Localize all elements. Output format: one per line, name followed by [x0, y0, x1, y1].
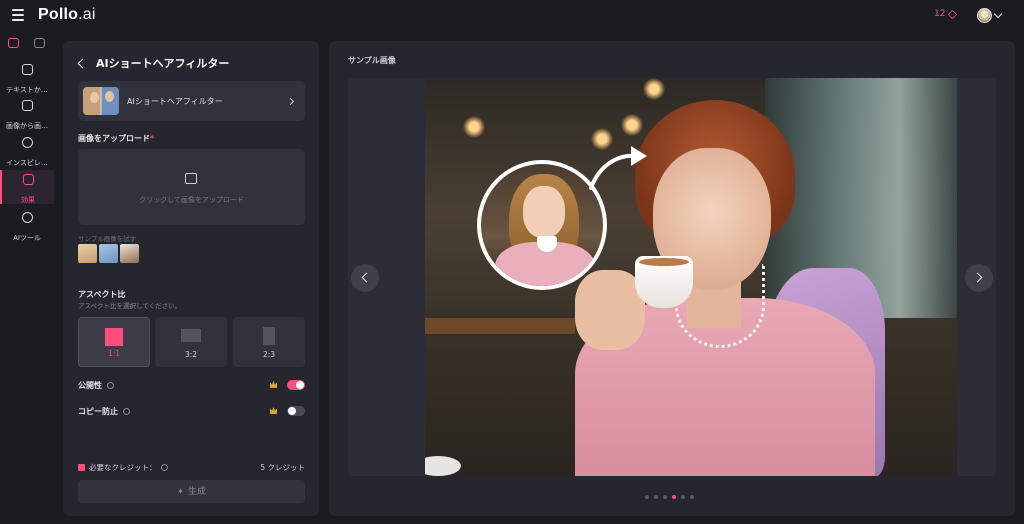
sidebar-item-ai-tools[interactable]: AIツール — [0, 208, 54, 242]
info-icon[interactable] — [123, 408, 130, 415]
sidebar-item-image-to-image[interactable]: 画像から画… — [0, 96, 54, 130]
required-credits: 必要なクレジット： 5 クレジット — [78, 462, 305, 474]
image-mode-icon[interactable] — [8, 38, 19, 48]
preview-title: サンプル画像 — [348, 56, 396, 65]
image-swap-icon — [21, 100, 33, 111]
sample-image-1[interactable] — [78, 244, 97, 263]
credits-counter[interactable]: 12 — [934, 9, 958, 19]
sidebar-item-label: 効果 — [21, 196, 35, 204]
aspect-subtitle: アスペクト比を選択してください。 — [78, 302, 182, 310]
sparkle-icon: ✦ — [177, 487, 184, 496]
ratio-label: 2:3 — [262, 350, 276, 359]
carousel-prev-button[interactable] — [351, 264, 379, 292]
upload-hint: クリックして画像をアップロード — [139, 196, 244, 204]
carousel-dot[interactable] — [672, 495, 676, 499]
filter-name: AIショートヘアフィルター — [127, 96, 223, 106]
carousel-next-button[interactable] — [965, 264, 993, 292]
ratio-landscape-icon — [181, 329, 201, 342]
sidebar-item-label: 画像から画… — [6, 122, 48, 130]
credits-required-value: 5 クレジット — [260, 463, 305, 472]
gem-icon — [948, 9, 958, 19]
sidebar-item-label: AIツール — [13, 234, 41, 242]
sample-label: サンプル画像を試す — [78, 235, 137, 243]
crown-icon — [270, 381, 277, 388]
panel-title: AIショートヘアフィルター — [96, 57, 230, 70]
video-mode-icon[interactable] — [34, 38, 45, 48]
mode-switch — [0, 32, 54, 56]
effects-icon — [22, 174, 34, 185]
panel-header: AIショートヘアフィルター — [77, 55, 230, 71]
filter-thumbnail — [83, 87, 119, 115]
menu-icon[interactable] — [12, 9, 24, 21]
aspect-label: アスペクト比 — [78, 290, 126, 299]
sample-preview: サンプル画像 — [329, 41, 1015, 516]
top-bar: Pollo.ai 12 — [0, 0, 1024, 32]
chevron-down-icon — [993, 9, 1003, 19]
carousel-dot[interactable] — [645, 495, 649, 499]
sidebar-item-label: テキストか… — [6, 86, 48, 94]
chevron-right-icon — [286, 97, 295, 105]
chevron-left-icon — [361, 272, 372, 283]
carousel-dot[interactable] — [681, 495, 685, 499]
carousel-dot[interactable] — [663, 495, 667, 499]
ratio-label: 3:2 — [184, 350, 198, 359]
chevron-right-icon — [972, 272, 983, 283]
ratio-portrait-icon — [263, 327, 275, 345]
credits-value: 12 — [934, 9, 946, 19]
info-icon[interactable] — [107, 382, 114, 389]
back-icon[interactable] — [77, 58, 88, 68]
carousel-dot[interactable] — [654, 495, 658, 499]
carousel-dot[interactable] — [690, 495, 694, 499]
ratio-option-2-3[interactable]: 2:3 — [233, 317, 305, 367]
public-setting: 公開性 — [78, 379, 305, 393]
credit-icon — [78, 464, 85, 471]
sidebar-item-effects[interactable]: 効果 — [0, 170, 54, 204]
crown-icon — [270, 407, 277, 414]
copy-protect-toggle[interactable] — [287, 406, 305, 416]
sidebar-item-inspiration[interactable]: インスピレ… — [0, 133, 54, 167]
text-image-icon — [21, 64, 33, 75]
filter-selector[interactable]: AIショートヘアフィルター — [78, 81, 305, 121]
required-mark: * — [150, 134, 155, 143]
sidebar-item-text-to-image[interactable]: テキストか… — [0, 60, 54, 94]
sample-images — [78, 244, 139, 263]
ratio-label: 1:1 — [107, 349, 121, 358]
info-icon[interactable] — [160, 464, 168, 471]
copy-protect-setting: コピー防止 — [78, 405, 305, 419]
sidebar-item-label: インスピレ… — [6, 159, 48, 167]
robot-icon — [21, 212, 33, 223]
copy-protect-label: コピー防止 — [78, 406, 130, 417]
transform-arrow-icon — [589, 146, 647, 190]
ratio-square-icon — [105, 328, 123, 346]
sample-image-2[interactable] — [99, 244, 118, 263]
brand-logo[interactable]: Pollo.ai — [38, 6, 96, 24]
avatar — [977, 8, 992, 23]
carousel — [348, 78, 996, 476]
settings-panel: AIショートヘアフィルター AIショートヘアフィルター 画像をアップロード* ク… — [63, 41, 319, 516]
upload-image-icon — [185, 173, 197, 184]
ratio-option-3-2[interactable]: 3:2 — [155, 317, 227, 367]
credits-required-label: 必要なクレジット： — [89, 463, 157, 472]
compass-icon — [21, 137, 33, 148]
upload-dropzone[interactable]: クリックして画像をアップロード — [78, 149, 305, 225]
public-label: 公開性 — [78, 380, 114, 391]
upload-label: 画像をアップロード* — [78, 134, 155, 143]
account-menu[interactable] — [977, 8, 1003, 23]
public-toggle[interactable] — [287, 380, 305, 390]
carousel-indicators — [645, 495, 694, 499]
sample-image — [425, 78, 957, 476]
sample-image-3[interactable] — [120, 244, 139, 263]
left-rail: テキストか… 画像から画… インスピレ… 効果 AIツール — [0, 32, 54, 524]
ratio-option-1-1[interactable]: 1:1 — [78, 317, 150, 367]
generate-button[interactable]: ✦ 生成 — [78, 480, 305, 503]
